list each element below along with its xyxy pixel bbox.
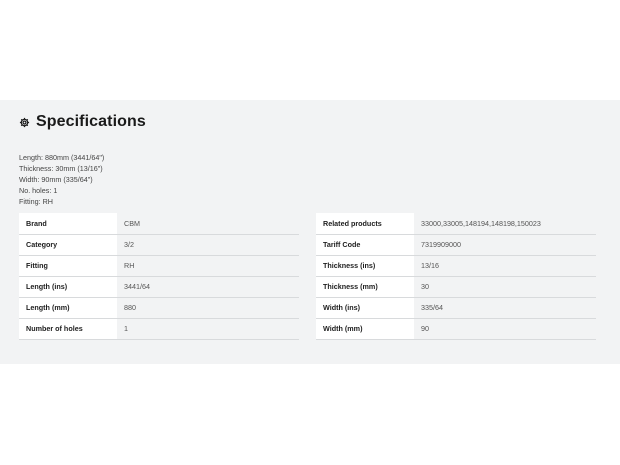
- spec-label: Width (mm): [316, 318, 414, 340]
- spec-value: 13/16: [414, 255, 596, 277]
- spec-table-right: Related products 33000,33005,148194,1481…: [316, 213, 596, 340]
- specifications-heading: Specifications: [19, 113, 146, 131]
- table-row: Category 3/2: [19, 234, 299, 256]
- spec-value: 33000,33005,148194,148198,150023: [414, 213, 596, 235]
- table-row: Thickness (ins) 13/16: [316, 255, 596, 277]
- spec-label: Tariff Code: [316, 234, 414, 256]
- spec-label: Thickness (ins): [316, 255, 414, 277]
- table-row: Length (mm) 880: [19, 297, 299, 319]
- spec-label: Fitting: [19, 255, 117, 277]
- spec-summary: Length: 880mm (3441/64") Thickness: 30mm…: [19, 153, 104, 208]
- table-row: Thickness (mm) 30: [316, 276, 596, 298]
- table-row: Width (mm) 90: [316, 318, 596, 340]
- spec-value: 7319909000: [414, 234, 596, 256]
- spec-value: 3/2: [117, 234, 299, 256]
- spec-table-left: Brand CBM Category 3/2 Fitting RH Length…: [19, 213, 299, 340]
- table-row: Length (ins) 3441/64: [19, 276, 299, 298]
- table-row: Related products 33000,33005,148194,1481…: [316, 213, 596, 235]
- table-row: Brand CBM: [19, 213, 299, 235]
- gear-icon: [19, 117, 30, 128]
- table-row: Fitting RH: [19, 255, 299, 277]
- table-row: Number of holes 1: [19, 318, 299, 340]
- summary-line-length: Length: 880mm (3441/64"): [19, 153, 105, 162]
- spec-value: 3441/64: [117, 276, 299, 298]
- table-row: Tariff Code 7319909000: [316, 234, 596, 256]
- spec-label: Brand: [19, 213, 117, 235]
- spec-value: 30: [414, 276, 596, 298]
- summary-line-width: Width: 90mm (335/64"): [19, 174, 93, 184]
- spec-value: 1: [117, 318, 299, 340]
- summary-line-fitting: Fitting: RH: [19, 196, 53, 206]
- summary-line-thickness: Thickness: 30mm (13/16"): [19, 163, 103, 173]
- summary-line-holes: No. holes: 1: [19, 185, 58, 195]
- spec-value: 335/64: [414, 297, 596, 319]
- spec-label: Thickness (mm): [316, 276, 414, 298]
- spec-label: Width (ins): [316, 297, 414, 319]
- spec-label: Category: [19, 234, 117, 256]
- table-row: Width (ins) 335/64: [316, 297, 596, 319]
- spec-label: Length (ins): [19, 276, 117, 298]
- spec-value: 90: [414, 318, 596, 340]
- spec-label: Length (mm): [19, 297, 117, 319]
- spec-value: CBM: [117, 213, 299, 235]
- section-title: Specifications: [36, 113, 146, 130]
- spec-value: 880: [117, 297, 299, 319]
- spec-value: RH: [117, 255, 299, 277]
- spec-label: Related products: [316, 213, 414, 235]
- spec-label: Number of holes: [19, 318, 117, 340]
